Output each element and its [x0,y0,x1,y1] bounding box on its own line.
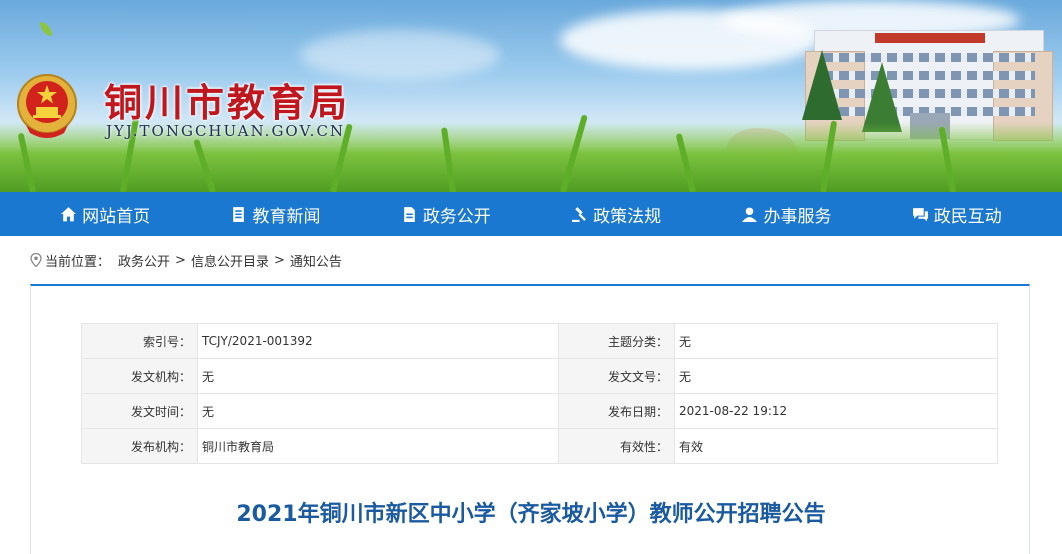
table-row: 发文机构： 无 发文文号： 无 [81,358,998,394]
breadcrumb-separator: > [175,252,186,268]
table-row: 发文时间： 无 发布日期： 2021-08-22 19:12 [81,393,998,429]
breadcrumb-separator: > [273,252,285,268]
doc-number-value: 无 [674,358,998,394]
document-icon [404,206,415,222]
issue-time-value: 无 [197,393,559,429]
nav-item-label: 政民互动 [933,206,1002,227]
window-row [823,53,1035,62]
issuer-value: 无 [197,358,559,394]
topic-label: 主题分类： [558,323,675,359]
location-pin-icon [30,253,42,267]
validity-value: 有效 [674,428,998,464]
publisher-value: 铜川市教育局 [197,428,559,464]
nav-item-label: 教育新闻 [252,206,321,227]
issuer-label: 发文机构： [81,358,198,394]
nav-item-label: 网站首页 [82,206,151,227]
user-service-icon [742,207,758,222]
home-icon [61,206,77,221]
publish-date-label: 发布日期： [558,393,675,429]
validity-label: 有效性： [558,428,675,464]
table-row: 索引号： TCJY/2021-001392 主题分类： 无 [81,323,998,359]
window-row [823,89,1035,98]
nav-item-policy[interactable]: 政策法规 [571,202,661,227]
main-nav: 网站首页 教育新闻 政务公开 政策法规 办事服务 政民互动 [0,192,1062,236]
window-row [823,71,1035,80]
site-domain: JYJ.TONGCHUAN.GOV.CN [106,122,346,140]
nav-item-label: 政策法规 [593,206,662,227]
nav-item-interaction[interactable]: 政民互动 [912,202,1002,227]
breadcrumb: 当前位置： 政务公开 > 信息公开目录 > 通知公告 [0,236,1062,284]
nav-item-services[interactable]: 办事服务 [741,202,831,227]
document-meta-table: 索引号： TCJY/2021-001392 主题分类： 无 发文机构： 无 发文… [81,323,998,464]
breadcrumb-item-government-affairs[interactable]: 政务公开 [118,251,170,270]
nav-item-government-affairs[interactable]: 政务公开 [401,202,491,227]
breadcrumb-item-notices[interactable]: 通知公告 [290,251,342,270]
issue-time-label: 发文时间： [81,393,198,429]
gavel-icon [572,206,587,222]
content-panel: 索引号： TCJY/2021-001392 主题分类： 无 发文机构： 无 发文… [30,284,1030,554]
table-row: 发布机构： 铜川市教育局 有效性： 有效 [81,428,998,464]
site-title: 铜川市教育局 [104,80,351,125]
news-icon [233,206,245,222]
publish-date-value: 2021-08-22 19:12 [674,393,998,429]
nav-item-news[interactable]: 教育新闻 [230,202,320,227]
breadcrumb-prefix: 当前位置： [45,254,111,270]
index-value: TCJY/2021-001392 [197,323,559,359]
tree [802,50,842,120]
publisher-label: 发布机构： [81,428,198,464]
building-sign [875,33,985,43]
header-banner: 铜川市教育局 JYJ.TONGCHUAN.GOV.CN [0,0,1062,192]
doc-number-label: 发文文号： [558,358,675,394]
index-label: 索引号： [81,323,198,359]
nav-item-home[interactable]: 网站首页 [60,202,150,227]
national-emblem-icon [17,74,77,138]
chat-icon [912,207,928,221]
leaf-decoration [40,22,52,36]
breadcrumb-item-info-catalog[interactable]: 信息公开目录 [191,251,269,270]
nav-item-label: 办事服务 [763,206,832,227]
topic-value: 无 [674,323,998,359]
article-title: 2021年铜川市新区中小学（齐家坡小学）教师公开招聘公告 [236,502,826,527]
nav-item-label: 政务公开 [422,206,491,227]
